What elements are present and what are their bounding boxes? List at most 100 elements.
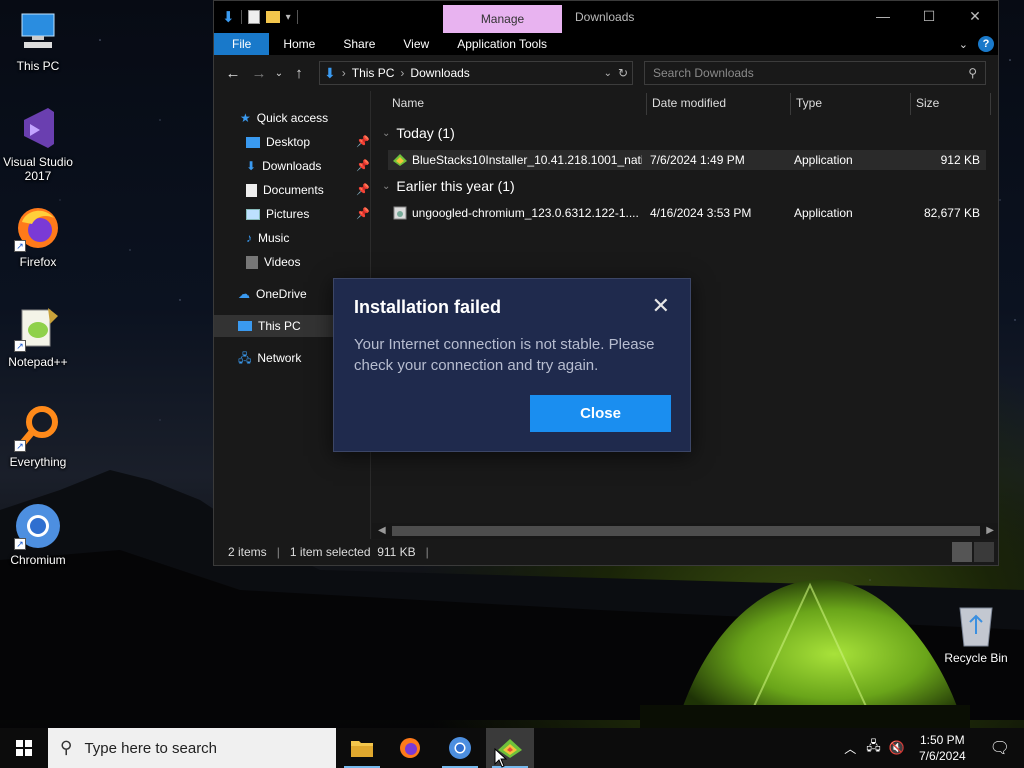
desktop-icon-label: Everything bbox=[9, 455, 67, 469]
close-button[interactable]: Close bbox=[530, 395, 671, 432]
notifications-icon[interactable]: 🗨 bbox=[976, 738, 1024, 758]
column-header-size[interactable]: Size bbox=[916, 91, 939, 115]
search-placeholder: Search Downloads bbox=[653, 66, 754, 80]
file-size: 82,677 KB bbox=[923, 206, 980, 220]
close-icon[interactable]: ✕ bbox=[652, 293, 670, 319]
address-history-chevron-icon[interactable]: ⌄ bbox=[604, 68, 612, 79]
breadcrumb-downloads[interactable]: Downloads bbox=[410, 66, 469, 80]
up-arrow-icon[interactable]: ↑ bbox=[286, 65, 312, 82]
desktop-icon-firefox[interactable]: ↗ Firefox bbox=[0, 204, 76, 269]
nav-network[interactable]: 🖧 Network bbox=[238, 347, 301, 369]
item-count: 2 items bbox=[228, 545, 267, 559]
scrollbar-thumb[interactable] bbox=[392, 526, 980, 536]
recycle-bin-icon bbox=[959, 607, 993, 647]
bluestacks-icon bbox=[392, 152, 408, 168]
desktop-icon-label: Recycle Bin bbox=[944, 651, 1008, 665]
back-arrow-icon[interactable]: ← bbox=[220, 65, 246, 82]
column-divider[interactable] bbox=[646, 93, 647, 115]
manage-context-tab[interactable]: Manage bbox=[443, 5, 562, 33]
scroll-left-arrow-icon[interactable]: ◀ bbox=[378, 523, 386, 539]
column-header-date-modified[interactable]: Date modified bbox=[652, 91, 726, 115]
desktop-icon-this-pc[interactable]: This PC bbox=[0, 8, 76, 73]
desktop-icon-chromium[interactable]: ↗ Chromium bbox=[0, 502, 76, 567]
installation-failed-dialog: Installation failed ✕ Your Internet conn… bbox=[333, 278, 691, 452]
forward-arrow-icon[interactable]: → bbox=[246, 65, 272, 82]
desktop-icon-notepad-plus-plus[interactable]: ↗ Notepad++ bbox=[0, 304, 76, 369]
minimize-button[interactable]: — bbox=[860, 1, 906, 33]
nav-onedrive[interactable]: ☁ OneDrive bbox=[238, 283, 307, 305]
taskbar-firefox[interactable] bbox=[386, 728, 434, 768]
expand-ribbon-chevron-icon[interactable]: ⌄ bbox=[959, 38, 968, 51]
maximize-button[interactable]: ☐ bbox=[906, 1, 952, 33]
desktop-icon-recycle-bin[interactable]: Recycle Bin bbox=[940, 600, 1012, 665]
tab-share[interactable]: Share bbox=[329, 33, 389, 55]
column-divider[interactable] bbox=[910, 93, 911, 115]
large-icons-view-button[interactable] bbox=[974, 542, 994, 562]
column-header-type[interactable]: Type bbox=[796, 91, 822, 115]
close-window-button[interactable]: ✕ bbox=[952, 1, 998, 33]
clock[interactable]: 1:50 PM 7/6/2024 bbox=[909, 732, 976, 764]
shortcut-arrow-icon: ↗ bbox=[14, 440, 26, 452]
nav-label: OneDrive bbox=[256, 287, 307, 301]
windows-logo-icon bbox=[16, 740, 32, 756]
taskbar-chromium[interactable] bbox=[436, 728, 484, 768]
nav-quick-access[interactable]: ★ Quick access bbox=[240, 107, 328, 129]
group-title: Earlier this year (1) bbox=[396, 178, 515, 194]
horizontal-scrollbar[interactable]: ◀ ▶ bbox=[372, 523, 998, 539]
tab-application-tools[interactable]: Application Tools bbox=[443, 33, 561, 55]
tab-file[interactable]: File bbox=[214, 33, 270, 55]
tab-home[interactable]: Home bbox=[269, 33, 329, 55]
column-divider[interactable] bbox=[990, 93, 991, 115]
nav-downloads[interactable]: ⬇ Downloads 📌 bbox=[246, 155, 370, 177]
breadcrumb-this-pc[interactable]: This PC bbox=[352, 66, 395, 80]
details-view-button[interactable] bbox=[952, 542, 972, 562]
column-divider[interactable] bbox=[790, 93, 791, 115]
nav-label: Quick access bbox=[256, 111, 329, 125]
properties-icon[interactable] bbox=[247, 10, 260, 24]
status-bar: 2 items | 1 item selected 911 KB | bbox=[214, 539, 998, 565]
address-bar[interactable]: ⬇ › This PC › Downloads ⌄ ↻ bbox=[319, 61, 633, 85]
file-name: BlueStacks10Installer_10.41.218.1001_nat… bbox=[412, 153, 642, 167]
firefox-icon bbox=[400, 738, 420, 758]
file-row-ungoogled-chromium[interactable]: ungoogled-chromium_123.0.6312.122-1.... … bbox=[388, 203, 986, 223]
search-icon: ⚲ bbox=[60, 738, 73, 757]
nav-music[interactable]: ♪ Music bbox=[246, 227, 289, 249]
customize-toolbar-chevron-icon[interactable]: ▾ bbox=[286, 12, 291, 23]
start-button[interactable] bbox=[0, 728, 48, 768]
scroll-right-arrow-icon[interactable]: ▶ bbox=[986, 523, 994, 539]
network-status-icon[interactable]: 🖧 bbox=[862, 737, 885, 759]
help-icon[interactable]: ? bbox=[978, 36, 994, 52]
selection-info: 1 item selected 911 KB bbox=[289, 545, 416, 559]
installer-icon bbox=[392, 205, 408, 221]
taskbar-search-box[interactable]: ⚲ Type here to search bbox=[48, 728, 336, 768]
nav-documents[interactable]: Documents 📌 bbox=[246, 179, 370, 201]
file-date: 4/16/2024 3:53 PM bbox=[650, 206, 752, 220]
new-folder-icon[interactable] bbox=[265, 11, 280, 23]
desktop-icon-everything[interactable]: ↗ Everything bbox=[0, 404, 76, 469]
desktop-icon-label: Visual Studio 2017 bbox=[3, 155, 73, 183]
taskbar-file-explorer[interactable] bbox=[338, 728, 386, 768]
recent-locations-chevron-icon[interactable]: ⌄ bbox=[272, 68, 286, 79]
group-header-today[interactable]: ⌄ Today (1) bbox=[382, 125, 455, 141]
ribbon-tabs: File Home Share View Application Tools ⌄… bbox=[214, 33, 998, 55]
file-row-bluestacks-installer[interactable]: BlueStacks10Installer_10.41.218.1001_nat… bbox=[388, 150, 986, 170]
refresh-icon[interactable]: ↻ bbox=[618, 66, 628, 80]
column-header-name[interactable]: Name bbox=[392, 91, 424, 115]
search-input[interactable]: Search Downloads ⚲ bbox=[644, 61, 986, 85]
nav-label: Downloads bbox=[262, 159, 322, 173]
clock-time: 1:50 PM bbox=[919, 733, 965, 747]
folder-icon bbox=[351, 741, 373, 757]
group-header-earlier-this-year[interactable]: ⌄ Earlier this year (1) bbox=[382, 178, 515, 194]
file-date: 7/6/2024 1:49 PM bbox=[650, 153, 745, 167]
tab-view[interactable]: View bbox=[389, 33, 443, 55]
nav-desktop[interactable]: Desktop 📌 bbox=[246, 131, 370, 153]
desktop-icon-visual-studio[interactable]: Visual Studio 2017 bbox=[0, 104, 76, 183]
show-hidden-icons-chevron-icon[interactable]: ︿ bbox=[838, 740, 862, 757]
nav-pictures[interactable]: Pictures 📌 bbox=[246, 203, 370, 225]
nav-videos[interactable]: Videos bbox=[246, 251, 300, 273]
glowing-tent bbox=[640, 579, 970, 730]
nav-label: Network bbox=[257, 351, 302, 365]
volume-muted-icon[interactable]: 🔇 bbox=[885, 740, 909, 756]
pin-icon: 📌 bbox=[356, 160, 370, 172]
title-bar[interactable]: ⬇ ▾ Manage Downloads — ☐ ✕ bbox=[214, 1, 998, 33]
